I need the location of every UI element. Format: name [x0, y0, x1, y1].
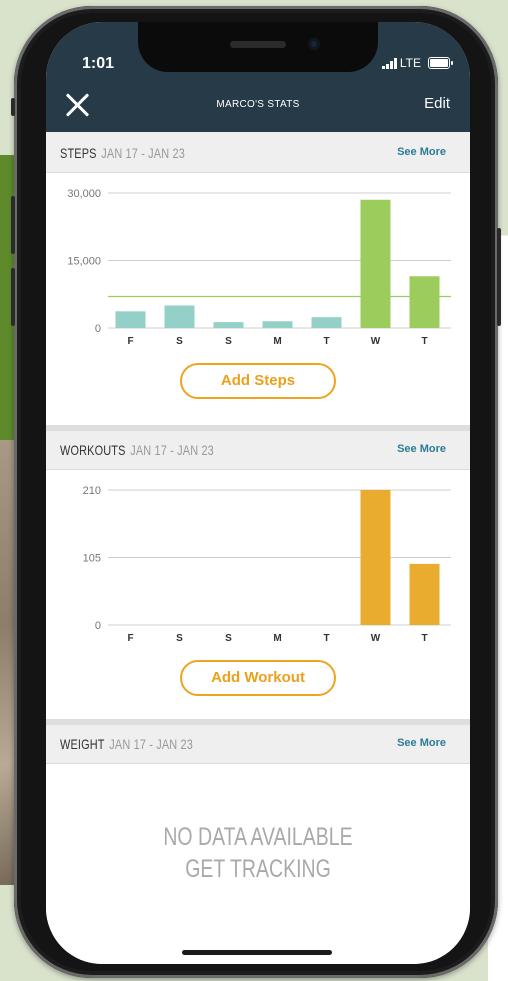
workouts-bar: [360, 490, 391, 625]
steps-x-tick-label: T: [421, 336, 427, 347]
workouts-bar: [409, 563, 440, 625]
status-indicators: LTE: [381, 56, 453, 70]
add-workout-button[interactable]: Add Workout: [180, 660, 336, 696]
steps-x-tick-label: W: [371, 336, 381, 347]
steps-section-title: STEPS JAN 17 - JAN 23: [60, 145, 185, 161]
steps-chart: 0 15,000 30,000 F S S M T W T: [67, 188, 451, 347]
steps-bar: [164, 305, 195, 328]
steps-x-tick-label: M: [273, 336, 281, 347]
workouts-date-range: JAN 17 - JAN 23: [130, 442, 214, 458]
workouts-x-tick-label: S: [176, 633, 183, 644]
front-camera: [308, 38, 320, 50]
page-title: MARCO'S STATS: [216, 99, 300, 110]
edit-button[interactable]: Edit: [424, 95, 450, 112]
signal-icon: [381, 57, 397, 69]
steps-panel: 0 15,000 30,000 F S S M T W T Add Steps: [46, 173, 470, 425]
workouts-section-title: WORKOUTS JAN 17 - JAN 23: [60, 442, 214, 458]
weight-title: WEIGHT: [60, 736, 105, 752]
get-tracking-message: GET TRACKING: [185, 855, 331, 883]
steps-x-tick-label: S: [176, 336, 183, 347]
no-data-message: NO DATA AVAILABLE: [163, 823, 353, 851]
volume-up-button: [11, 196, 15, 254]
workouts-x-tick-label: F: [127, 633, 133, 644]
weight-panel: NO DATA AVAILABLE GET TRACKING: [46, 764, 470, 964]
phone-screen: 1:01 LTE MARCO'S STATS Edit STEPS JAN 17 …: [46, 22, 470, 964]
steps-bar: [115, 311, 146, 328]
workouts-chart: 0 105 210 F S S M T W T: [83, 485, 451, 644]
volume-down-button: [11, 268, 15, 326]
steps-bar: [409, 276, 440, 328]
workouts-x-tick-label: S: [225, 633, 232, 644]
network-label: LTE: [399, 56, 421, 70]
speaker-grille: [230, 41, 286, 48]
workouts-title: WORKOUTS: [60, 442, 126, 458]
power-button: [497, 228, 501, 326]
steps-bar: [262, 321, 293, 328]
steps-section-header: STEPS JAN 17 - JAN 23 See More: [46, 134, 470, 173]
steps-date-range: JAN 17 - JAN 23: [101, 145, 185, 161]
steps-y-tick-label: 0: [95, 323, 101, 335]
workouts-section-header: WORKOUTS JAN 17 - JAN 23 See More: [46, 431, 470, 470]
steps-bar: [360, 199, 391, 328]
workouts-x-tick-label: T: [421, 633, 427, 644]
home-indicator: [182, 950, 332, 955]
battery-icon: [428, 57, 453, 69]
steps-title: STEPS: [60, 145, 97, 161]
weight-section-title: WEIGHT JAN 17 - JAN 23: [60, 736, 193, 752]
steps-see-more-link[interactable]: See More: [397, 146, 446, 158]
steps-x-tick-label: S: [225, 336, 232, 347]
notch: [138, 22, 378, 72]
workouts-panel: 0 105 210 F S S M T W T Add Workout: [46, 470, 470, 719]
workouts-y-tick-label: 105: [83, 553, 101, 565]
steps-x-tick-label: T: [323, 336, 329, 347]
steps-bar: [311, 317, 342, 328]
status-time: 1:01: [82, 55, 115, 72]
workouts-see-more-link[interactable]: See More: [397, 443, 446, 455]
mute-switch: [11, 98, 15, 116]
workouts-x-tick-label: W: [371, 633, 381, 644]
add-steps-button[interactable]: Add Steps: [180, 363, 336, 399]
steps-y-tick-label: 15,000: [67, 256, 101, 268]
steps-bar: [213, 322, 244, 328]
weight-section-header: WEIGHT JAN 17 - JAN 23 See More: [46, 725, 470, 764]
workouts-y-tick-label: 210: [83, 485, 101, 497]
workouts-x-tick-label: M: [273, 633, 281, 644]
workouts-x-tick-label: T: [323, 633, 329, 644]
steps-y-tick-label: 30,000: [67, 188, 101, 200]
steps-x-tick-label: F: [127, 336, 133, 347]
weight-date-range: JAN 17 - JAN 23: [109, 736, 193, 752]
weight-see-more-link[interactable]: See More: [397, 737, 446, 749]
workouts-y-tick-label: 0: [95, 620, 101, 632]
